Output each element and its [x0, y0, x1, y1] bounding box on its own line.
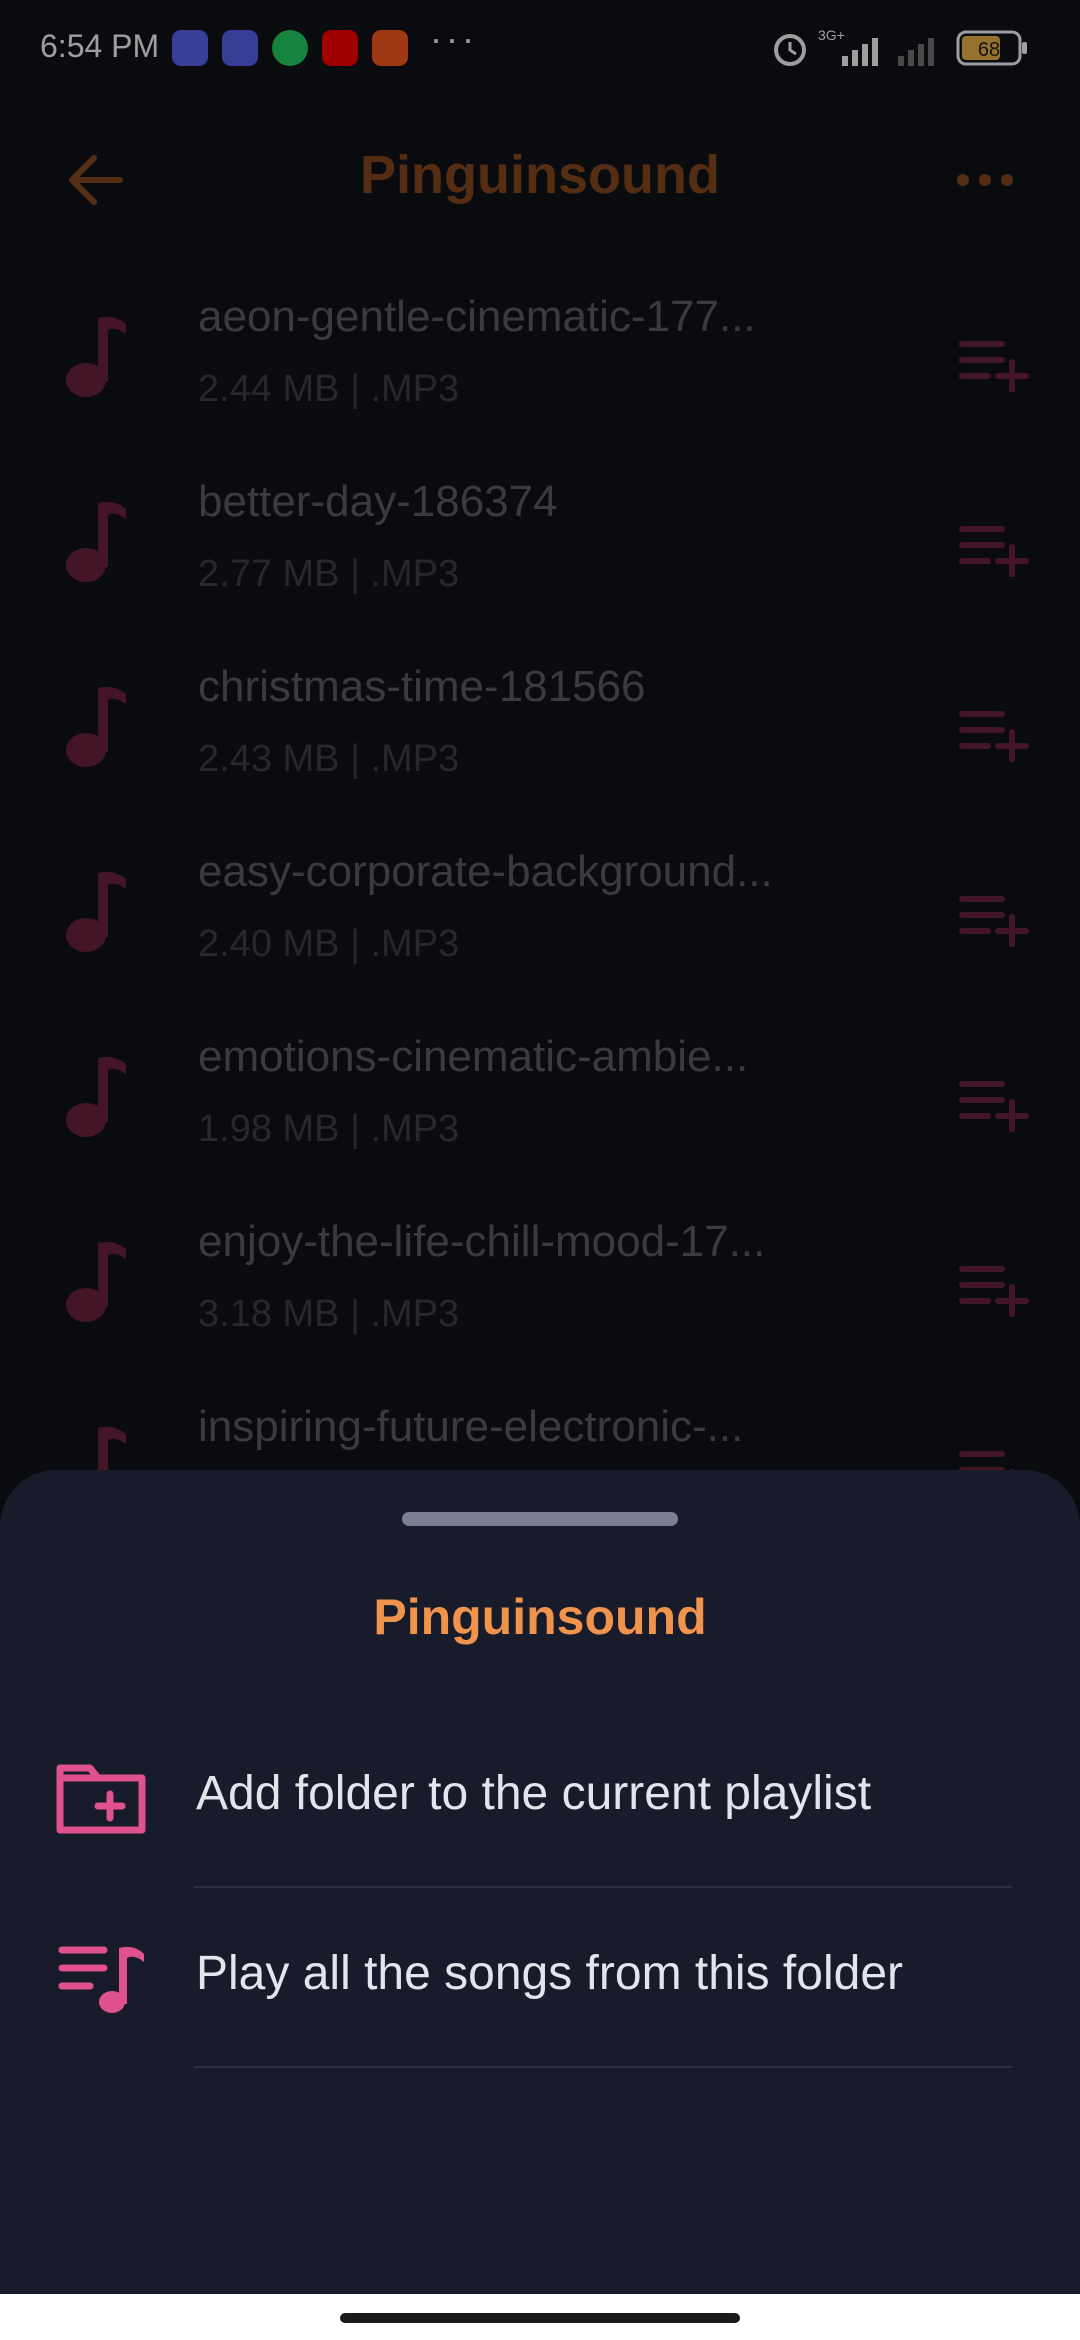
- divider: [194, 1886, 1012, 1888]
- add-folder-to-playlist-option[interactable]: Add folder to the current playlist: [0, 1710, 1080, 1886]
- playlist-play-icon: [58, 1946, 144, 2013]
- play-all-songs-option[interactable]: Play all the songs from this folder: [0, 1890, 1080, 2066]
- bottom-sheet: Pinguinsound Add folder to the current p…: [0, 1470, 1080, 2340]
- app-screen: 6:54 PM ··· 3G+ 68 Pinguinsound aeon-gen…: [0, 0, 1080, 2340]
- sheet-title: Pinguinsound: [373, 1589, 707, 1645]
- option-label: Add folder to the current playlist: [196, 1767, 872, 1820]
- home-gesture-handle[interactable]: [340, 2313, 740, 2323]
- drag-handle[interactable]: [402, 1512, 678, 1526]
- option-label: Play all the songs from this folder: [196, 1947, 903, 2000]
- divider: [194, 2066, 1012, 2068]
- folder-add-icon: [56, 1764, 146, 1834]
